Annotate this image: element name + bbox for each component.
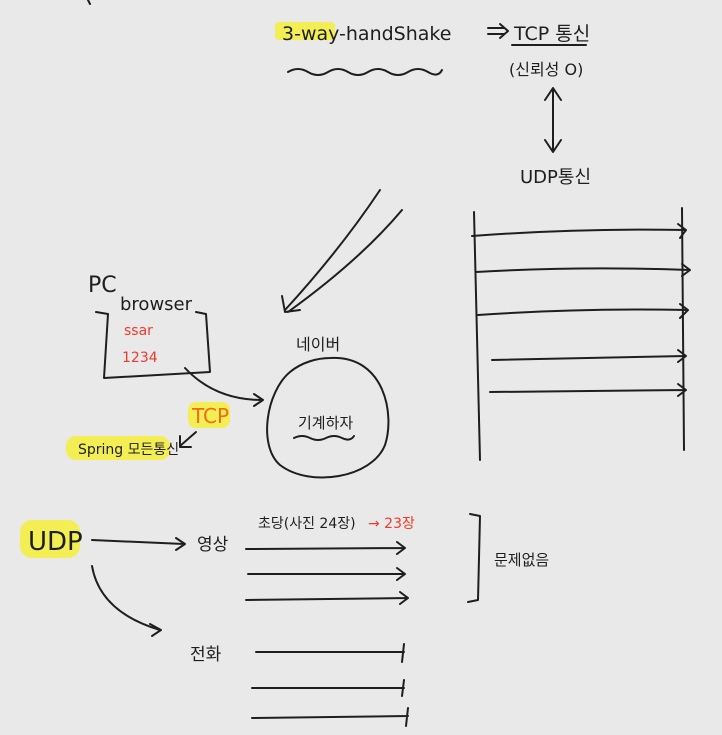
udp-to-phone-arrow xyxy=(91,565,162,637)
phone-line-2 xyxy=(251,679,405,697)
udp-arrow-3 xyxy=(477,303,689,319)
udp-arrow-2 xyxy=(475,263,691,277)
tcp-down-arrow xyxy=(179,431,197,448)
udp-to-video-arrow xyxy=(91,537,186,551)
video-arrow-3 xyxy=(245,591,409,605)
tcp-comm-title: TCP 통신 xyxy=(513,23,590,45)
browser-box xyxy=(95,311,211,379)
bracket xyxy=(467,513,481,603)
udp-comm-title: UDP통신 xyxy=(520,167,591,188)
video-arrow-1 xyxy=(245,541,406,555)
frames-arrow-note: → 23장 xyxy=(368,516,415,532)
vertical-double-arrow-icon xyxy=(544,87,562,153)
udp-arrow-5 xyxy=(489,383,687,397)
handshake-wavy-underline xyxy=(287,68,443,76)
udp-right-line xyxy=(681,207,685,451)
reliability-note: (신뢰성 O) xyxy=(509,60,583,79)
udp-left-line xyxy=(473,211,481,461)
udp-label: UDP xyxy=(28,527,83,557)
curve-arrow-1 xyxy=(284,189,381,311)
naver-label: 네이버 xyxy=(296,335,340,354)
phone-label: 전화 xyxy=(190,645,222,665)
handshake-title: 3-way-handShake xyxy=(282,23,451,45)
video-arrow-2 xyxy=(247,567,406,581)
video-arrows xyxy=(245,541,409,605)
id-value: ssar xyxy=(124,323,153,339)
udp-arrow-1 xyxy=(471,223,687,239)
udp-arrow-4 xyxy=(491,349,687,363)
frames-note: 초당(사진 24장) xyxy=(258,516,356,532)
curve-arrow-2 xyxy=(287,209,403,313)
pw-value: 1234 xyxy=(122,350,158,366)
udp-arrows xyxy=(471,223,691,397)
machine-wavy-underline xyxy=(293,435,355,441)
phone-line-1 xyxy=(255,643,405,663)
double-arrow-icon xyxy=(487,23,509,39)
spring-label: Spring 모든통신 xyxy=(78,442,179,458)
tcp-label: TCP xyxy=(191,404,229,428)
browser-label: browser xyxy=(120,294,193,315)
phone-line-3 xyxy=(251,707,409,727)
pc-label: PC xyxy=(88,273,117,298)
machine-label: 기계하자 xyxy=(298,414,353,432)
phone-lines xyxy=(251,643,409,727)
corner-mark xyxy=(87,0,91,5)
video-label: 영상 xyxy=(197,535,229,555)
whiteboard-canvas: 3-way-handShake TCP 통신 (신뢰성 O) UDP통신 PC … xyxy=(20,0,691,727)
no-problem-note: 문제없음 xyxy=(494,551,549,569)
